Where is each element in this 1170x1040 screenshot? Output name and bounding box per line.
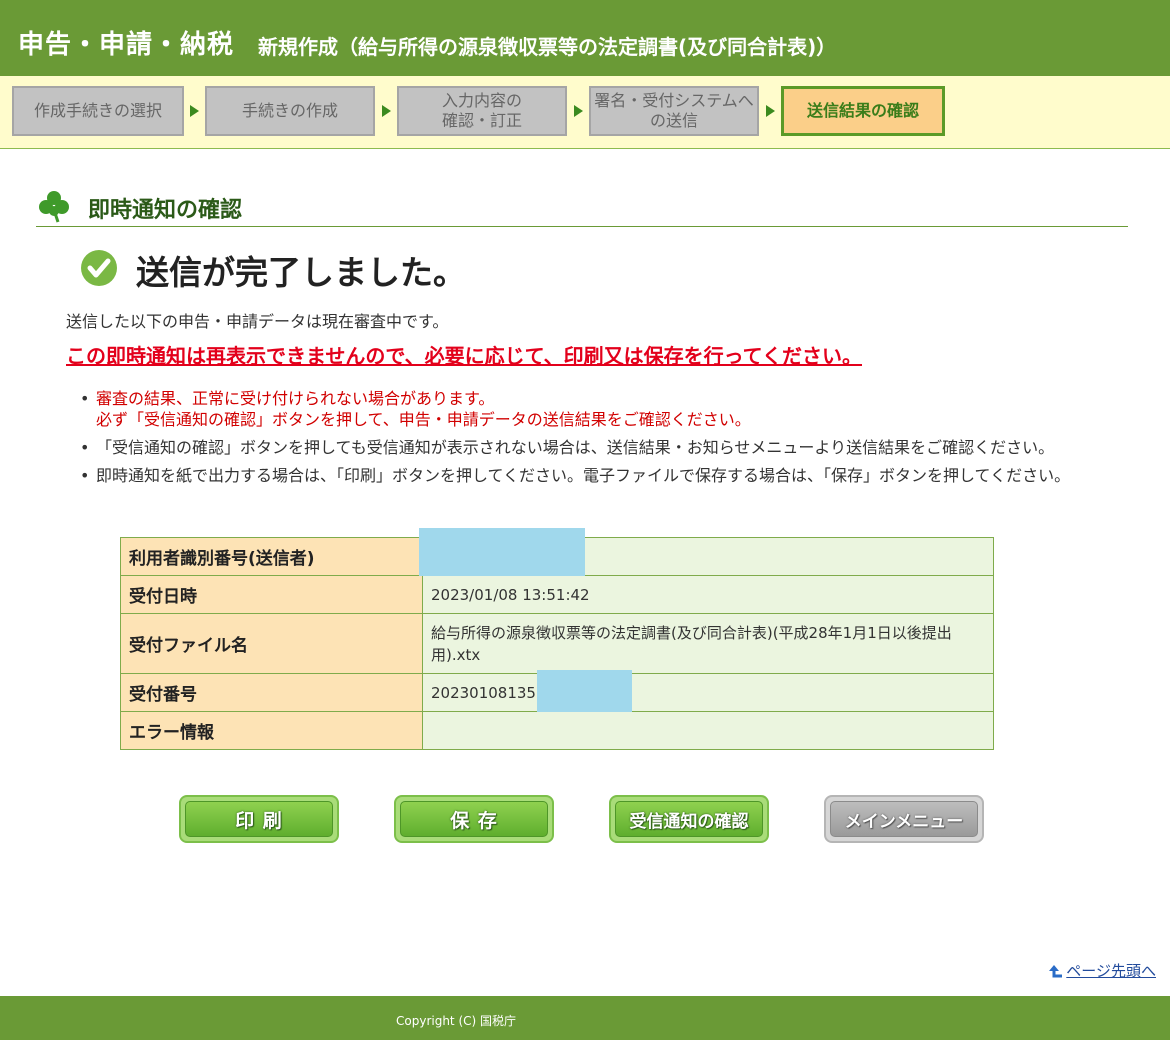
section-heading: 即時通知の確認 [36,186,1128,227]
step-arrow-icon [382,105,391,117]
list-item: 即時通知を紙で出力する場合は、「印刷」ボタンを押してください。電子ファイルで保存… [80,465,1140,486]
footer: Copyright (C) 国税庁 [0,996,1170,1040]
page-top-label: ページ先頭へ [1066,962,1156,980]
note-line: 即時通知を紙で出力する場合は、「印刷」ボタンを押してください。電子ファイルで保存… [96,466,1071,485]
redaction-block [537,670,632,712]
step-arrow-icon [190,105,199,117]
receipt-notice-button[interactable]: 受信通知の確認 [609,795,769,843]
warning-message: この即時通知は再表示できませんので、必要に応じて、印刷又は保存を行ってください。 [66,344,862,368]
step-confirm-input: 入力内容の 確認・訂正 [397,86,567,136]
copyright-text: Copyright (C) 国税庁 [396,1014,517,1028]
row-value [422,711,994,750]
row-value: 202301081351 [431,683,546,702]
button-label: 保 存 [450,809,498,832]
step-create-procedure: 手続きの作成 [205,86,375,136]
row-value: 2023/01/08 13:51:42 [422,575,994,614]
print-button[interactable]: 印 刷 [179,795,339,843]
progress-steps: 作成手続きの選択 手続きの作成 入力内容の 確認・訂正 署名・受付システムへ の… [0,76,1170,149]
button-label: メインメニュー [844,811,964,832]
redaction-block [419,528,585,576]
notes-list: 審査の結果、正常に受け付けられない場合があります。 必ず「受信通知の確認」ボタン… [80,388,1140,493]
list-item: 審査の結果、正常に受け付けられない場合があります。 必ず「受信通知の確認」ボタン… [80,388,1140,430]
note-line: 必ず「受信通知の確認」ボタンを押して、申告・申請データの送信結果をご確認ください… [96,410,751,429]
step-select-procedure: 作成手続きの選択 [12,86,184,136]
button-label: 印 刷 [235,809,283,832]
table-row: 利用者識別番号(送信者) [120,528,994,576]
save-button[interactable]: 保 存 [394,795,554,843]
list-item: 「受信通知の確認」ボタンを押しても受信通知が表示されない場合は、送信結果・お知ら… [80,437,1140,458]
row-label: 受付番号 [120,673,423,712]
step-sign-and-send: 署名・受付システムへ の送信 [589,86,759,136]
user-id-value [419,528,994,576]
table-row: 受付番号 202301081351 [120,670,994,712]
check-circle-icon [81,250,117,286]
step-arrow-icon [766,105,775,117]
page-title: 申告・申請・納税 [18,30,235,60]
row-label: エラー情報 [120,711,423,750]
table-row: 受付日時 2023/01/08 13:51:42 [120,575,994,614]
table-row: 受付ファイル名 給与所得の源泉徴収票等の法定調書(及び同合計表)(平成28年1月… [120,613,994,674]
note-line: 「受信通知の確認」ボタンを押しても受信通知が表示されない場合は、送信結果・お知ら… [96,438,1055,457]
step-confirm-result: 送信結果の確認 [781,86,945,136]
section-heading-text: 即時通知の確認 [88,198,243,223]
action-buttons: 印 刷 保 存 受信通知の確認 メインメニュー [0,795,1170,845]
step-arrow-icon [574,105,583,117]
main-menu-button[interactable]: メインメニュー [824,795,984,843]
clover-icon [39,191,69,223]
complete-message-text: 送信が完了しました。 [136,253,466,292]
page-subtitle: 新規作成（給与所得の源泉徴収票等の法定調書(及び同合計表)） [258,35,837,59]
table-row: エラー情報 [120,711,994,750]
row-value: 給与所得の源泉徴収票等の法定調書(及び同合計表)(平成28年1月1日以後提出用)… [422,613,994,674]
row-label: 受付ファイル名 [120,613,423,674]
receipt-info-table: 利用者識別番号(送信者) 受付日時 2023/01/08 13:51:42 受付… [120,528,994,750]
arrow-up-icon [1049,964,1063,977]
page-top-link[interactable]: ページ先頭へ [1047,960,1156,981]
row-label: 受付日時 [120,575,423,614]
receipt-number-value: 202301081351 [422,670,994,712]
status-description: 送信した以下の申告・申請データは現在審査中です。 [66,312,449,331]
button-label: 受信通知の確認 [629,811,749,832]
row-label: 利用者識別番号(送信者) [120,537,423,576]
app-header: 申告・申請・納税 新規作成（給与所得の源泉徴収票等の法定調書(及び同合計表)） [0,0,1170,76]
note-line: 審査の結果、正常に受け付けられない場合があります。 [96,389,495,408]
